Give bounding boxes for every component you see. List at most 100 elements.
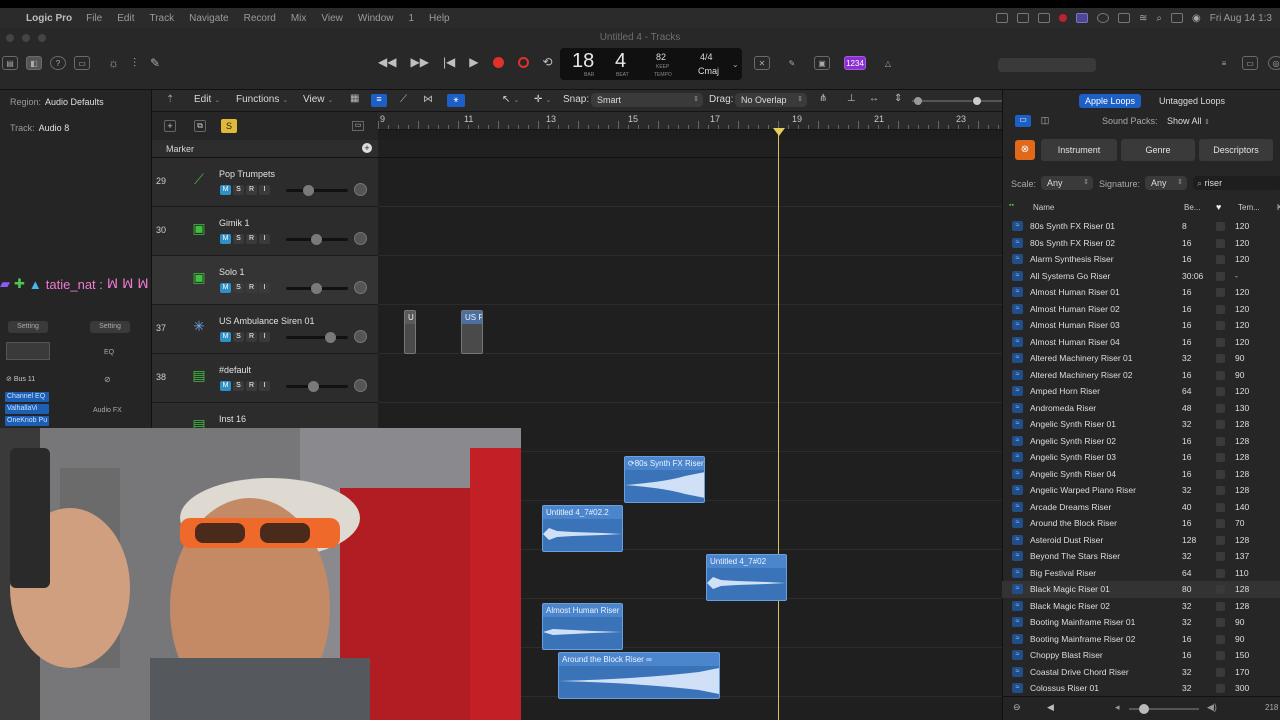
more-options-icon[interactable]: ⊖: [1013, 702, 1021, 713]
inspector-track-row[interactable]: Track: Audio 8: [10, 123, 69, 133]
drag-select[interactable]: No Overlap ⇕: [735, 93, 807, 107]
loop-list-item[interactable]: ≈ Around the Block Riser 16 70: [1002, 515, 1280, 532]
add-track-button[interactable]: +: [164, 120, 176, 132]
favorite-checkbox[interactable]: [1216, 271, 1225, 281]
favorite-checkbox[interactable]: [1216, 519, 1225, 528]
fast-forward-icon[interactable]: ▶▶: [410, 55, 428, 69]
favorite-checkbox[interactable]: [1216, 238, 1225, 248]
loop-list-item[interactable]: ≈ Angelic Synth Riser 04 16 128: [1002, 466, 1280, 483]
loop-list-item[interactable]: ≈80s Synth FX Riser 02 16 120: [1002, 235, 1280, 252]
mute-button[interactable]: M: [220, 332, 231, 342]
tuner-icon[interactable]: ✕: [754, 56, 770, 70]
keyboard-icon[interactable]: ▤: [190, 366, 208, 384]
quick-help-icon[interactable]: ?: [50, 56, 66, 70]
metronome-icon[interactable]: △: [880, 56, 896, 70]
input-monitor-button[interactable]: I: [259, 283, 270, 293]
favorite-checkbox[interactable]: [1216, 222, 1225, 231]
mute-button[interactable]: M: [220, 185, 231, 195]
track-name[interactable]: Gimik 1: [219, 218, 250, 228]
pointer-tool-icon[interactable]: ↖ ⌄: [502, 94, 519, 105]
favorite-checkbox[interactable]: [1216, 535, 1225, 545]
loop-list-item[interactable]: ≈ Almost Human Riser 03 16 120: [1002, 317, 1280, 334]
functions-menu[interactable]: Functions ⌄: [236, 94, 288, 105]
favorite-checkbox[interactable]: [1216, 436, 1225, 446]
loop-list-item[interactable]: ≈ All Systems Go Riser 30:06 -: [1002, 268, 1280, 285]
search-input[interactable]: ⌕ riser: [1193, 176, 1280, 190]
solo-button[interactable]: S: [233, 234, 244, 244]
menu-record[interactable]: Record: [244, 13, 276, 24]
loop-list-item[interactable]: ≈ Angelic Synth Riser 02 16 128: [1002, 433, 1280, 450]
loop-list-item[interactable]: ≈ Choppy Blast Riser 16 150: [1002, 647, 1280, 664]
mute-button[interactable]: M: [220, 283, 231, 293]
track-name[interactable]: Inst 16: [219, 414, 246, 424]
ruler[interactable]: 9 11 13 15 17 19 21 23: [378, 112, 1002, 130]
menu-view[interactable]: View: [321, 13, 343, 24]
track-header[interactable]: ▣ Solo 1 MSRI: [152, 256, 378, 305]
favorite-checkbox[interactable]: [1216, 684, 1225, 693]
settings-icon[interactable]: ☼: [108, 56, 119, 71]
automation-icon[interactable]: ⟋: [400, 94, 407, 105]
favorite-checkbox[interactable]: [1216, 337, 1225, 347]
fader-knob[interactable]: [302, 185, 314, 196]
marker-track-header[interactable]: Marker +: [152, 140, 378, 158]
audio-region[interactable]: Around the Block Riser ∞: [558, 652, 720, 699]
loop-list-item[interactable]: ≈ Angelic Synth Riser 03 16 128: [1002, 449, 1280, 466]
pan-knob[interactable]: [354, 281, 367, 294]
star-icon[interactable]: ✳: [190, 317, 208, 335]
solo-button[interactable]: S: [233, 185, 244, 195]
input-monitor-button[interactable]: I: [259, 332, 270, 342]
audio-region[interactable]: Untitled 4_7#02.2: [542, 505, 623, 552]
column-header-tempo[interactable]: Tem...: [1238, 203, 1260, 212]
setting-button-left[interactable]: Setting: [8, 321, 48, 333]
favorite-checkbox[interactable]: [1216, 453, 1225, 462]
synth-icon[interactable]: ▣: [190, 219, 208, 237]
loop-list-item[interactable]: ≈ Booting Mainframe Riser 01 32 90: [1002, 614, 1280, 631]
category-instrument[interactable]: Instrument: [1041, 139, 1117, 161]
tab-apple-loops[interactable]: Apple Loops: [1079, 94, 1141, 108]
solo-button[interactable]: S: [233, 283, 244, 293]
preview-volume-slider[interactable]: [1129, 704, 1199, 714]
wifi-icon[interactable]: ≋: [1139, 13, 1147, 24]
playhead[interactable]: [778, 130, 779, 720]
trumpet-icon[interactable]: ⟋: [190, 170, 208, 188]
category-descriptors[interactable]: Descriptors: [1199, 139, 1273, 161]
global-tracks-icon[interactable]: ▭: [352, 121, 364, 131]
audio-region[interactable]: Almost Human Riser: [542, 603, 623, 650]
loop-list-item[interactable]: ≈ Altered Machinery Riser 01 32 90: [1002, 350, 1280, 367]
volume-fader[interactable]: [286, 283, 348, 294]
volume-fader[interactable]: [286, 234, 348, 245]
menu-help[interactable]: Help: [429, 13, 450, 24]
speaker-icon[interactable]: ◀: [1047, 702, 1054, 713]
fader-knob[interactable]: [325, 332, 337, 343]
column-header-beats[interactable]: Be...: [1184, 203, 1200, 212]
audio-region[interactable]: US P: [461, 310, 483, 354]
favorite-checkbox[interactable]: [1216, 387, 1225, 396]
menu-navigate[interactable]: Navigate: [189, 13, 228, 24]
input-monitor-button[interactable]: I: [259, 185, 270, 195]
eq-thumbnail[interactable]: [6, 342, 50, 360]
favorite-checkbox[interactable]: [1216, 618, 1225, 627]
menu-app-name[interactable]: Logic Pro: [26, 13, 72, 24]
play-circle-icon[interactable]: [1097, 13, 1109, 23]
solo-button[interactable]: S: [233, 381, 244, 391]
rewind-icon[interactable]: ◀◀: [378, 55, 396, 69]
input-monitor-button[interactable]: I: [259, 381, 270, 391]
loop-list-item[interactable]: ≈80s Synth FX Riser 01 8 120: [1002, 218, 1280, 235]
loop-browser-icon[interactable]: ◎: [1268, 56, 1280, 70]
favorite-checkbox[interactable]: [1216, 420, 1225, 429]
track-header[interactable]: 29 ⟋ Pop Trumpets M S R I: [152, 158, 378, 207]
fader-knob[interactable]: [308, 381, 320, 392]
track-header[interactable]: 38 ▤ #default M S R I: [152, 354, 378, 403]
lcd-display[interactable]: 18 BAR 4 BEAT 82 KEEP TEMPO 4/4 Cmaj ⌄: [560, 48, 742, 80]
slider-knob[interactable]: [914, 97, 922, 105]
grid-view-icon[interactable]: ▦: [350, 93, 359, 104]
chevron-down-icon[interactable]: ⌄: [732, 60, 739, 69]
vertical-zoom-slider[interactable]: [912, 97, 972, 105]
pan-knob[interactable]: [354, 183, 367, 196]
column-view-icon[interactable]: ◫: [1038, 115, 1052, 127]
loop-list-item[interactable]: ≈ Almost Human Riser 04 16 120: [1002, 334, 1280, 351]
record-enable-button[interactable]: R: [246, 185, 257, 195]
loop-list-item[interactable]: ≈ Amped Horn Riser 64 120: [1002, 383, 1280, 400]
siri-icon[interactable]: ◉: [1192, 13, 1201, 24]
replace-record-icon[interactable]: [517, 56, 529, 68]
